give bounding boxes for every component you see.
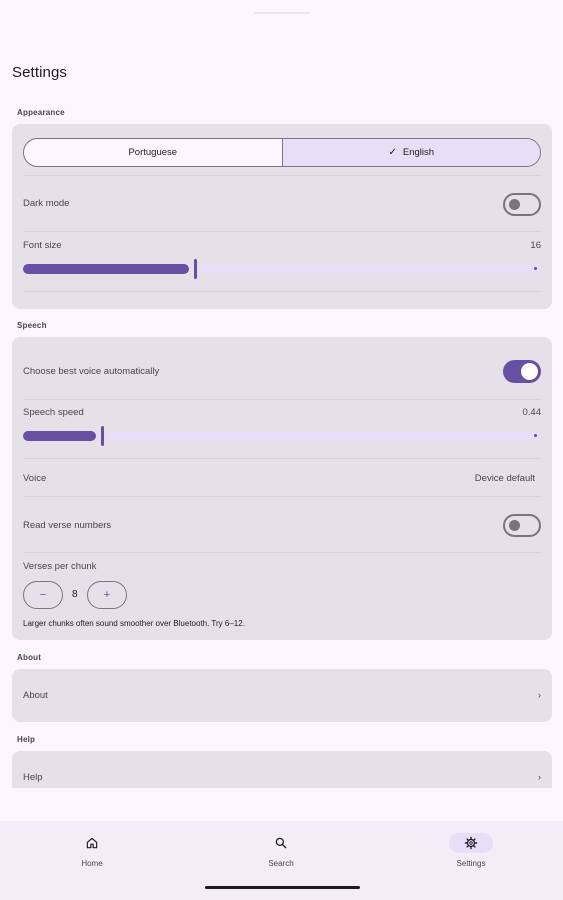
speech-speed-value: 0.44 — [522, 407, 542, 418]
nav-item-settings[interactable]: Settings — [431, 833, 511, 868]
slider-stop-indicator — [534, 434, 537, 437]
chunk-hint-text: Larger chunks often sound smoother over … — [23, 619, 245, 628]
verse-numbers-label: Read verse numbers — [23, 520, 112, 531]
help-section-label: Help — [17, 735, 36, 744]
slider-stop-indicator — [534, 267, 537, 270]
toggle-knob — [509, 520, 520, 531]
about-section-label: About — [17, 653, 42, 662]
search-icon — [275, 837, 287, 849]
auto-voice-toggle[interactable] — [503, 360, 541, 383]
auto-voice-label: Choose best voice automatically — [23, 366, 160, 377]
slider-thumb[interactable] — [194, 259, 197, 279]
about-item-label: About — [23, 690, 48, 701]
divider — [23, 399, 541, 400]
divider — [23, 231, 541, 232]
toggle-knob — [521, 363, 538, 380]
speech-section-label: Speech — [17, 321, 47, 330]
slider-track — [200, 265, 541, 273]
divider — [23, 291, 541, 292]
language-segmented-control: Portuguese ✓ English — [23, 138, 541, 167]
language-option-label: English — [402, 147, 435, 158]
about-item[interactable]: About › — [12, 669, 552, 722]
speech-speed-slider[interactable] — [23, 426, 541, 446]
font-size-value: 16 — [530, 240, 541, 251]
increment-button[interactable]: + — [87, 581, 127, 609]
nav-item-home[interactable]: Home — [52, 833, 132, 868]
voice-label: Voice — [23, 473, 47, 484]
help-item-label: Help — [23, 772, 43, 783]
divider — [23, 175, 541, 176]
top-drag-handle — [254, 12, 310, 14]
nav-label: Search — [268, 859, 294, 868]
verses-per-chunk-label: Verses per chunk — [23, 561, 97, 572]
chevron-right-icon: › — [538, 690, 541, 700]
font-size-slider[interactable] — [23, 259, 541, 279]
slider-active-track — [23, 431, 96, 441]
divider — [23, 496, 541, 497]
slider-track — [107, 432, 541, 440]
nav-icon-container — [70, 833, 114, 853]
nav-item-search[interactable]: Search — [241, 833, 321, 868]
language-option-english[interactable]: ✓ English — [281, 139, 540, 166]
page-title: Settings — [12, 64, 67, 81]
nav-label: Settings — [456, 859, 486, 868]
language-option-portuguese[interactable]: Portuguese — [24, 139, 282, 166]
gear-icon — [464, 836, 478, 850]
nav-icon-container — [449, 833, 493, 853]
nav-label: Home — [81, 859, 103, 868]
font-size-label: Font size — [23, 240, 62, 251]
verses-per-chunk-value: 8 — [72, 589, 78, 600]
chevron-right-icon: › — [538, 772, 541, 782]
verse-numbers-toggle[interactable] — [503, 514, 541, 537]
voice-value[interactable]: Device default — [475, 473, 535, 484]
speech-speed-label: Speech speed — [23, 407, 84, 418]
home-icon — [86, 837, 98, 849]
slider-active-track — [23, 264, 189, 274]
gesture-navigation-bar — [205, 886, 360, 889]
nav-icon-container — [259, 833, 303, 853]
appearance-card: Portuguese ✓ English Dark mode Font size… — [12, 124, 552, 309]
toggle-knob — [509, 199, 520, 210]
check-icon: ✓ — [388, 147, 397, 158]
divider — [23, 458, 541, 459]
decrement-button[interactable]: − — [23, 581, 63, 609]
slider-thumb[interactable] — [101, 426, 104, 446]
appearance-section-label: Appearance — [17, 108, 65, 117]
dark-mode-toggle[interactable] — [503, 193, 541, 216]
help-item[interactable]: Help › — [12, 751, 552, 788]
divider — [23, 552, 541, 553]
language-option-label: Portuguese — [128, 147, 178, 158]
speech-card: Choose best voice automatically Speech s… — [12, 337, 552, 640]
dark-mode-label: Dark mode — [23, 198, 70, 209]
